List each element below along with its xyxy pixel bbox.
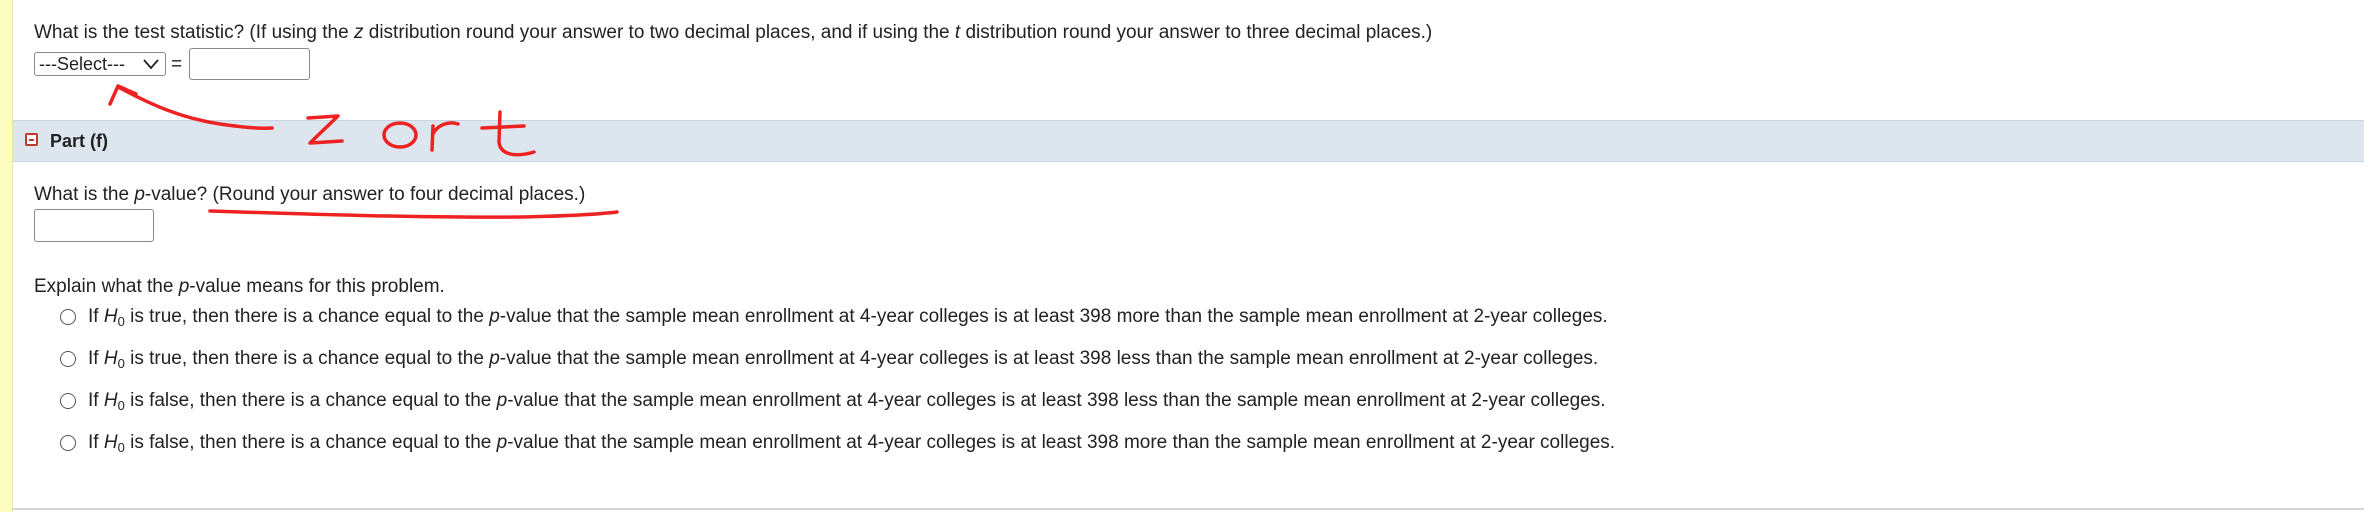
- explain-prompt: Explain what the p-value means for this …: [34, 275, 445, 299]
- question-text: -value? (Round your answer to four decim…: [144, 184, 586, 205]
- radio-button[interactable]: [60, 351, 76, 367]
- question-text: -value means for this problem.: [189, 276, 445, 297]
- pvalue-question: What is the p-value? (Round your answer …: [34, 183, 585, 207]
- p-symbol: p: [134, 184, 145, 205]
- left-margin-rule: [0, 0, 13, 512]
- arrow-head: [108, 84, 138, 106]
- question-text: What is the test statistic? (If using th…: [34, 22, 354, 43]
- radio-button[interactable]: [60, 309, 76, 325]
- question-text: distribution round your answer to two de…: [363, 22, 955, 43]
- collapse-minus-icon[interactable]: [25, 133, 38, 146]
- test-statistic-question: What is the test statistic? (If using th…: [34, 21, 1432, 45]
- pvalue-input[interactable]: [34, 209, 154, 242]
- part-f-header[interactable]: Part (f): [13, 120, 2364, 162]
- select-value: ---Select---: [39, 54, 125, 74]
- option-label: If H0 is false, then there is a chance e…: [88, 432, 1616, 455]
- equals-sign: =: [171, 54, 183, 75]
- question-text: What is the: [34, 184, 135, 205]
- radio-button[interactable]: [60, 393, 76, 409]
- option-label: If H0 is true, then there is a chance eq…: [88, 348, 1599, 371]
- radio-button[interactable]: [60, 435, 76, 451]
- chevron-down-icon: [143, 59, 159, 70]
- underline: [208, 209, 619, 219]
- distribution-select[interactable]: ---Select---: [34, 52, 166, 76]
- p-symbol: p: [178, 276, 190, 297]
- option-label: If H0 is false, then there is a chance e…: [88, 390, 1606, 413]
- option-label: If H0 is true, then there is a chance eq…: [88, 306, 1608, 329]
- question-text: Explain what the: [34, 276, 179, 297]
- part-title: Part (f): [50, 131, 108, 151]
- section-divider: [12, 508, 2364, 510]
- question-text: distribution round your answer to three …: [960, 22, 1433, 43]
- test-statistic-input[interactable]: [189, 48, 310, 80]
